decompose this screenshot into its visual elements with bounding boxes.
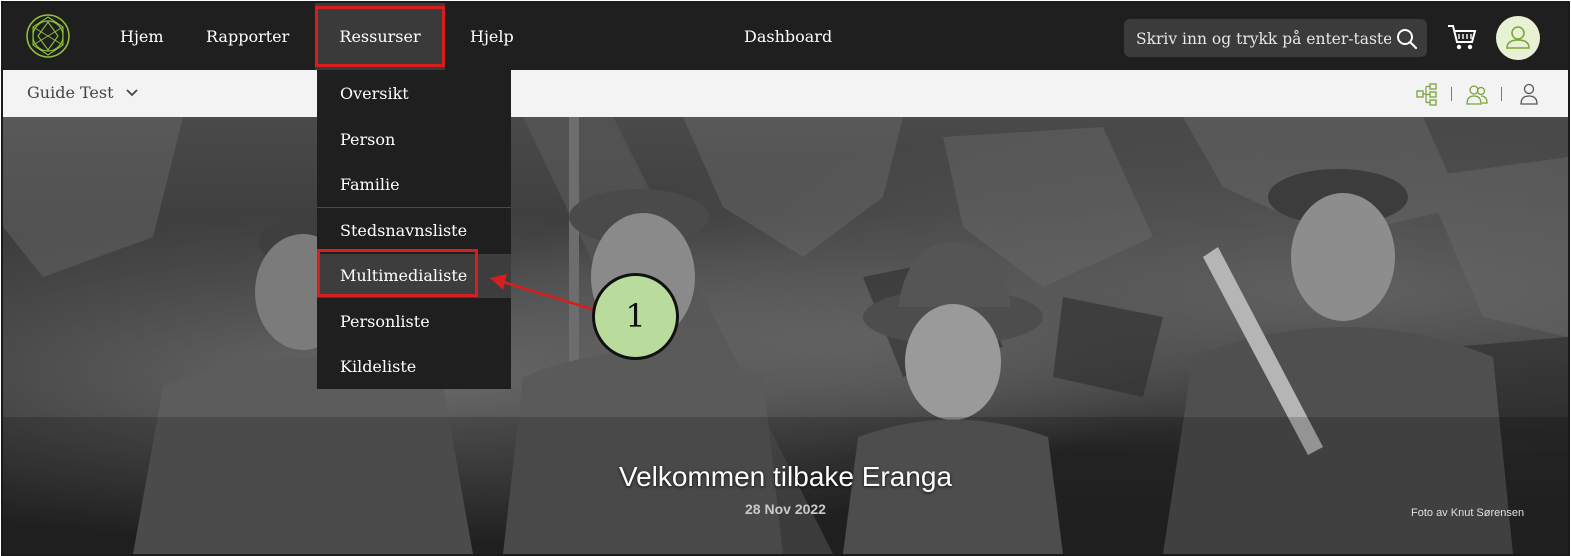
group-icon[interactable] — [1465, 82, 1489, 106]
search-icon[interactable] — [1396, 28, 1418, 50]
menu-divider — [317, 207, 511, 208]
menu-item-multimedialiste[interactable]: Multimedialiste — [317, 254, 511, 298]
logo-icon[interactable] — [25, 13, 71, 59]
tree-view-icon[interactable] — [1415, 82, 1439, 106]
nav-hjelp[interactable]: Hjelp — [470, 3, 514, 70]
user-icon — [1506, 26, 1530, 49]
cart-icon[interactable] — [1447, 23, 1477, 51]
menu-item-oversikt[interactable]: Oversikt — [317, 72, 511, 116]
separator — [1501, 87, 1502, 101]
menu-item-kildeliste[interactable]: Kildeliste — [317, 345, 511, 389]
tree-toolbar: Guide Test — [3, 70, 1568, 118]
search-box — [1124, 19, 1427, 59]
welcome-date: 28 Nov 2022 — [745, 501, 826, 517]
person-icon[interactable] — [1517, 82, 1541, 106]
hero-banner: Velkommen tilbake Eranga 28 Nov 2022 Fot… — [3, 117, 1568, 554]
tree-name: Guide Test — [27, 83, 114, 102]
search-input[interactable] — [1134, 19, 1393, 59]
step-callout: 1 — [592, 273, 679, 360]
menu-item-person[interactable]: Person — [317, 118, 511, 162]
app-window: Hjem Rapporter Ressurser Hjelp Dashboard — [1, 1, 1570, 556]
separator — [1451, 87, 1452, 101]
top-navbar: Hjem Rapporter Ressurser Hjelp Dashboard — [3, 3, 1568, 70]
nav-rapporter[interactable]: Rapporter — [206, 3, 289, 70]
user-avatar[interactable] — [1496, 16, 1540, 60]
nav-dashboard[interactable]: Dashboard — [744, 3, 832, 70]
menu-item-stedsnavnsliste[interactable]: Stedsnavnsliste — [317, 209, 511, 253]
menu-item-personliste[interactable]: Personliste — [317, 300, 511, 344]
tree-selector[interactable]: Guide Test — [27, 83, 139, 102]
photo-credit: Foto av Knut Sørensen — [1411, 507, 1525, 519]
nav-ressurser[interactable]: Ressurser — [315, 3, 445, 70]
ressurser-dropdown: Oversikt Person Familie Stedsnavnsliste … — [317, 70, 511, 389]
welcome-title: Velkommen tilbake Eranga — [618, 461, 953, 492]
chevron-down-icon — [126, 89, 138, 97]
menu-item-familie[interactable]: Familie — [317, 163, 511, 207]
nav-hjem[interactable]: Hjem — [120, 3, 164, 70]
